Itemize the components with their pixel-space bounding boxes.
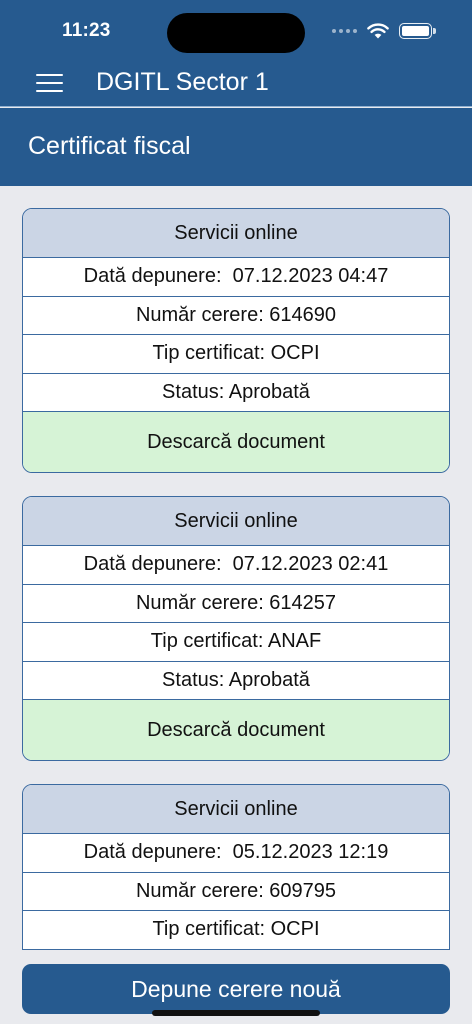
requests-list[interactable]: Servicii online Dată depunere: 07.12.202… bbox=[0, 186, 472, 950]
card-source: Servicii online bbox=[23, 497, 449, 546]
download-document-button[interactable]: Descarcă document bbox=[23, 700, 449, 760]
request-card: Servicii online Dată depunere: 07.12.202… bbox=[22, 208, 450, 473]
new-request-button[interactable]: Depune cerere nouă bbox=[22, 964, 450, 1014]
card-source: Servicii online bbox=[23, 785, 449, 834]
hamburger-menu-icon[interactable] bbox=[36, 74, 63, 92]
cellular-signal-icon bbox=[332, 28, 357, 33]
certificate-type: Tip certificat: ANAF bbox=[23, 623, 449, 662]
request-card: Servicii online Dată depunere: 05.12.202… bbox=[22, 784, 450, 950]
card-source: Servicii online bbox=[23, 209, 449, 258]
app-title: DGITL Sector 1 bbox=[96, 68, 269, 96]
certificate-type: Tip certificat: OCPI bbox=[23, 335, 449, 374]
request-number: Număr cerere: 609795 bbox=[23, 873, 449, 911]
system-icons bbox=[332, 22, 436, 39]
page-title: Certificat fiscal bbox=[28, 132, 191, 160]
request-status: Status: Aprobată bbox=[23, 374, 449, 412]
dynamic-island bbox=[167, 13, 305, 53]
submission-date: Dată depunere: 05.12.2023 12:19 bbox=[23, 834, 449, 873]
request-number: Număr cerere: 614257 bbox=[23, 585, 449, 623]
home-indicator[interactable] bbox=[152, 1010, 320, 1016]
wifi-icon bbox=[367, 23, 389, 39]
download-document-button[interactable]: Descarcă document bbox=[23, 412, 449, 472]
status-time: 11:23 bbox=[62, 20, 111, 41]
request-number: Număr cerere: 614690 bbox=[23, 297, 449, 335]
submission-date: Dată depunere: 07.12.2023 02:41 bbox=[23, 546, 449, 585]
app-bar: DGITL Sector 1 bbox=[0, 60, 472, 107]
request-status: Status: Aprobată bbox=[23, 662, 449, 700]
page-header: Certificat fiscal bbox=[0, 108, 472, 186]
status-bar: 11:23 bbox=[0, 0, 472, 60]
request-card: Servicii online Dată depunere: 07.12.202… bbox=[22, 496, 450, 761]
submission-date: Dată depunere: 07.12.2023 04:47 bbox=[23, 258, 449, 297]
battery-icon bbox=[399, 22, 436, 39]
certificate-type: Tip certificat: OCPI bbox=[23, 911, 449, 950]
bottom-bar: Depune cerere nouă bbox=[0, 950, 472, 1024]
